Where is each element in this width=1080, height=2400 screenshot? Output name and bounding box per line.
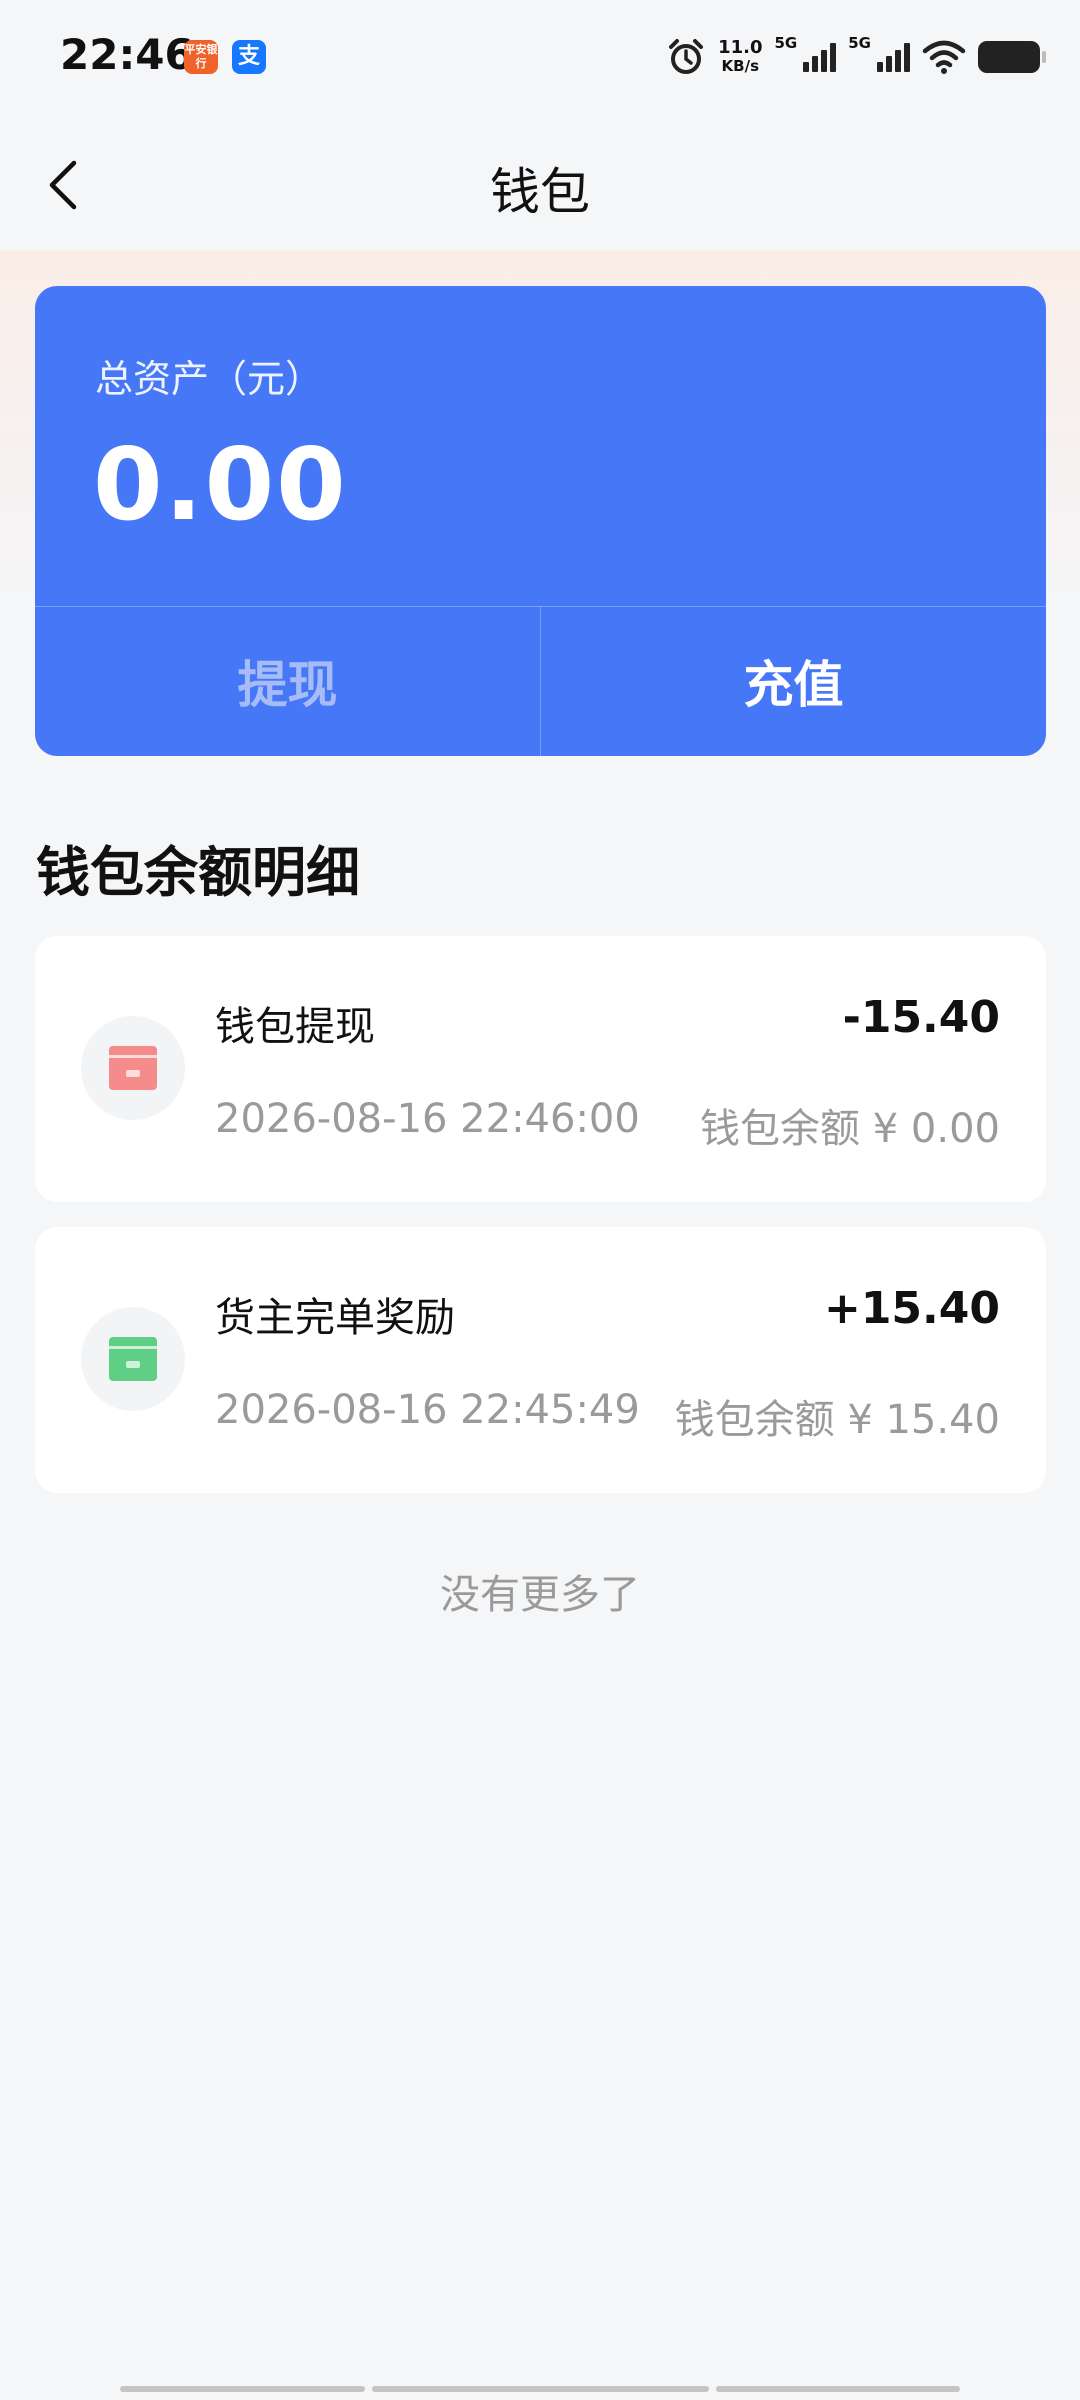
record-icon-wrap xyxy=(81,1307,185,1411)
record-time: 2026-08-16 22:46:00 xyxy=(215,1096,640,1142)
sim2-5g-label: 5G xyxy=(848,34,871,52)
record-icon-wrap xyxy=(81,1016,185,1120)
wifi-icon xyxy=(922,40,966,74)
net-speed: 11.0 KB/s xyxy=(718,37,763,76)
alipay-app-icon: 支 xyxy=(232,40,266,74)
withdraw-card-icon xyxy=(109,1046,157,1090)
signal-icon xyxy=(803,42,837,72)
battery-icon xyxy=(978,41,1046,73)
home-indicator xyxy=(120,2386,365,2392)
record-amount: +15.40 xyxy=(823,1283,1000,1334)
reward-card-icon xyxy=(109,1337,157,1381)
home-indicator xyxy=(716,2386,960,2392)
record-amount: -15.40 xyxy=(842,992,1000,1043)
no-more-label: 没有更多了 xyxy=(440,1572,640,1618)
recharge-button[interactable]: 充值 xyxy=(541,606,1046,756)
net-speed-unit: KB/s xyxy=(721,57,760,75)
status-indicators: 11.0 KB/s 5G 5G xyxy=(666,32,1046,82)
section-title: 钱包余额明细 xyxy=(36,841,360,904)
total-assets-card: 总资产（元） 0.00 提现 充值 xyxy=(35,286,1046,756)
sim1-5g-label: 5G xyxy=(774,34,798,52)
pingan-bank-badge-label: 平安银行 xyxy=(184,43,218,70)
net-speed-value: 11.0 xyxy=(718,37,763,58)
signal-icon xyxy=(877,42,910,72)
status-bar: 22:46 平安银行 支 11.0 KB/s 5G 5G xyxy=(0,0,1080,120)
status-time: 22:46 xyxy=(60,30,194,79)
record-balance: 钱包余额 ¥ 0.00 xyxy=(700,1106,1000,1152)
record-time: 2026-08-16 22:45:49 xyxy=(215,1387,640,1433)
withdraw-button[interactable]: 提现 xyxy=(35,606,540,756)
total-assets-amount: 0.00 xyxy=(93,426,348,543)
pingan-bank-app-icon: 平安银行 xyxy=(184,40,218,74)
page-title: 钱包 xyxy=(490,163,590,221)
home-indicator xyxy=(372,2386,709,2392)
alarm-icon xyxy=(669,39,704,74)
list-item[interactable]: 钱包提现 -15.40 2026-08-16 22:46:00 钱包余额 ¥ 0… xyxy=(35,936,1046,1202)
list-item[interactable]: 货主完单奖励 +15.40 2026-08-16 22:45:49 钱包余额 ¥… xyxy=(35,1227,1046,1493)
record-title: 钱包提现 xyxy=(215,1004,375,1050)
total-assets-label: 总资产（元） xyxy=(95,357,324,401)
nav-bar: 钱包 xyxy=(0,120,1080,250)
record-title: 货主完单奖励 xyxy=(215,1295,455,1341)
alipay-badge-label: 支 xyxy=(237,44,260,69)
record-balance: 钱包余额 ¥ 15.40 xyxy=(674,1397,1000,1443)
